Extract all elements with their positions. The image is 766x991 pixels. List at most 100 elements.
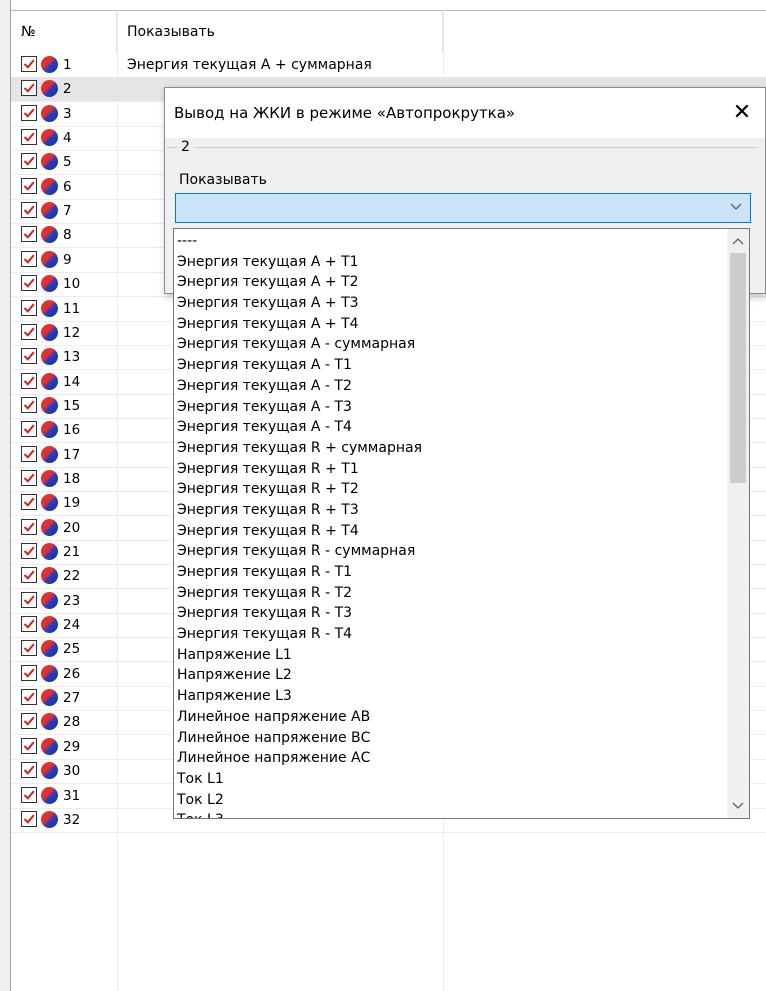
- dropdown-options: ---- Энергия текущая А + Т1 Энергия текуща…: [177, 231, 725, 818]
- dropdown-option[interactable]: Энергия текущая R + суммарная: [177, 438, 725, 459]
- chevron-down-icon[interactable]: [730, 200, 742, 215]
- row-checkbox[interactable]: [21, 299, 37, 316]
- row-checkbox[interactable]: [21, 348, 37, 365]
- dropdown-option[interactable]: Энергия текущая А - Т3: [177, 397, 725, 418]
- dropdown-option[interactable]: Ток L3: [177, 810, 725, 818]
- dropdown-option[interactable]: Энергия текущая R + Т1: [177, 459, 725, 480]
- dropdown-option[interactable]: Линейное напряжение АВ: [177, 707, 725, 728]
- dropdown-option[interactable]: Энергия текущая R - Т1: [177, 562, 725, 583]
- row-checkbox[interactable]: [21, 202, 37, 219]
- dropdown-option[interactable]: Энергия текущая R - Т3: [177, 603, 725, 624]
- show-dropdown-list[interactable]: ---- Энергия текущая А + Т1 Энергия текуща…: [173, 228, 750, 819]
- column-header-show[interactable]: Показывать: [117, 11, 443, 53]
- status-ball-icon: [41, 689, 58, 707]
- dropdown-option[interactable]: Энергия текущая R + Т4: [177, 521, 725, 542]
- row-show-value[interactable]: Энергия текущая А + суммарная: [127, 53, 372, 77]
- row-checkbox[interactable]: [21, 713, 37, 730]
- show-combobox[interactable]: [175, 193, 751, 223]
- dropdown-option[interactable]: Энергия текущая А - Т1: [177, 355, 725, 376]
- row-number: 14: [63, 373, 81, 390]
- row-checkbox[interactable]: [21, 518, 37, 535]
- row-checkbox[interactable]: [21, 469, 37, 486]
- row-checkbox[interactable]: [21, 323, 37, 340]
- close-icon: ✕: [732, 100, 752, 125]
- status-ball-icon: [41, 713, 58, 731]
- dropdown-scrollbar[interactable]: [727, 229, 749, 818]
- row-checkbox[interactable]: [21, 396, 37, 413]
- status-ball-icon: [41, 275, 58, 293]
- status-ball-icon: [41, 445, 58, 463]
- dropdown-option[interactable]: Напряжение L2: [177, 665, 725, 686]
- status-ball-icon: [41, 737, 58, 755]
- row-checkbox[interactable]: [21, 786, 37, 803]
- row-checkbox[interactable]: [21, 177, 37, 194]
- row-checkbox[interactable]: [21, 616, 37, 633]
- row-checkbox[interactable]: [21, 275, 37, 292]
- column-header-number[interactable]: №: [11, 11, 117, 53]
- dropdown-option[interactable]: Энергия текущая R - Т4: [177, 624, 725, 645]
- row-checkbox[interactable]: [21, 494, 37, 511]
- row-checkbox[interactable]: [21, 567, 37, 584]
- dropdown-option[interactable]: Энергия текущая А - суммарная: [177, 334, 725, 355]
- row-checkbox[interactable]: [21, 640, 37, 657]
- status-ball-icon: [41, 323, 58, 341]
- row-checkbox[interactable]: [21, 689, 37, 706]
- dropdown-option[interactable]: Энергия текущая А - Т2: [177, 376, 725, 397]
- row-checkbox[interactable]: [21, 250, 37, 267]
- row-checkbox[interactable]: [21, 80, 37, 97]
- dropdown-option[interactable]: Энергия текущая R - суммарная: [177, 541, 725, 562]
- status-ball-icon: [41, 543, 58, 560]
- dropdown-option[interactable]: Энергия текущая А + Т3: [177, 293, 725, 314]
- row-checkbox[interactable]: [21, 810, 37, 827]
- row-number: 15: [63, 397, 81, 414]
- dropdown-option[interactable]: ----: [177, 231, 725, 252]
- status-ball-icon: [41, 664, 58, 682]
- dropdown-option[interactable]: Линейное напряжение ВС: [177, 728, 725, 749]
- row-checkbox[interactable]: [21, 762, 37, 779]
- row-checkbox[interactable]: [21, 226, 37, 243]
- dropdown-option[interactable]: Энергия текущая R - Т2: [177, 583, 725, 604]
- scroll-up-button[interactable]: [727, 231, 749, 251]
- row-number: 6: [63, 178, 72, 195]
- status-ball-icon: [41, 396, 58, 414]
- close-button[interactable]: ✕: [719, 88, 765, 138]
- row-checkbox[interactable]: [21, 421, 37, 438]
- row-checkbox[interactable]: [21, 56, 37, 72]
- row-checkbox[interactable]: [21, 543, 37, 559]
- dialog-titlebar[interactable]: Вывод на ЖКИ в режиме «Автопрокрутка» ✕: [165, 88, 765, 138]
- dropdown-option[interactable]: Энергия текущая R + Т3: [177, 500, 725, 521]
- dropdown-option[interactable]: Энергия текущая А + Т4: [177, 314, 725, 335]
- row-number: 8: [63, 227, 72, 244]
- status-ball-icon: [41, 810, 58, 828]
- dropdown-option[interactable]: Ток L1: [177, 769, 725, 790]
- row-checkbox[interactable]: [21, 104, 37, 121]
- dropdown-option[interactable]: Напряжение L1: [177, 645, 725, 666]
- dropdown-option[interactable]: Линейное напряжение АС: [177, 748, 725, 769]
- status-ball-icon: [41, 616, 58, 634]
- row-number: 13: [63, 349, 81, 366]
- row-checkbox[interactable]: [21, 372, 37, 389]
- dialog-title: Вывод на ЖКИ в режиме «Автопрокрутка»: [174, 104, 516, 122]
- status-ball-icon: [41, 104, 58, 122]
- group-caption: 2: [177, 138, 194, 156]
- dropdown-option[interactable]: Энергия текущая А + Т1: [177, 252, 725, 273]
- row-checkbox[interactable]: [21, 591, 37, 608]
- row-checkbox[interactable]: [21, 153, 37, 170]
- dropdown-option[interactable]: Энергия текущая А - Т4: [177, 417, 725, 438]
- scroll-thumb[interactable]: [730, 253, 746, 483]
- row-number: 3: [63, 105, 72, 122]
- dropdown-option[interactable]: Энергия текущая R + Т2: [177, 479, 725, 500]
- dropdown-option[interactable]: Ток L2: [177, 790, 725, 811]
- row-number: 12: [63, 324, 81, 341]
- dropdown-option[interactable]: Напряжение L3: [177, 686, 725, 707]
- scroll-down-button[interactable]: [727, 796, 749, 816]
- row-checkbox[interactable]: [21, 664, 37, 681]
- table-row[interactable]: 1 Энергия текущая А + суммарная: [11, 53, 766, 78]
- row-checkbox[interactable]: [21, 737, 37, 754]
- row-number: 20: [63, 519, 81, 536]
- status-ball-icon: [41, 56, 58, 73]
- row-checkbox[interactable]: [21, 129, 37, 146]
- row-checkbox[interactable]: [21, 445, 37, 462]
- row-number: 2: [63, 81, 72, 98]
- dropdown-option[interactable]: Энергия текущая А + Т2: [177, 272, 725, 293]
